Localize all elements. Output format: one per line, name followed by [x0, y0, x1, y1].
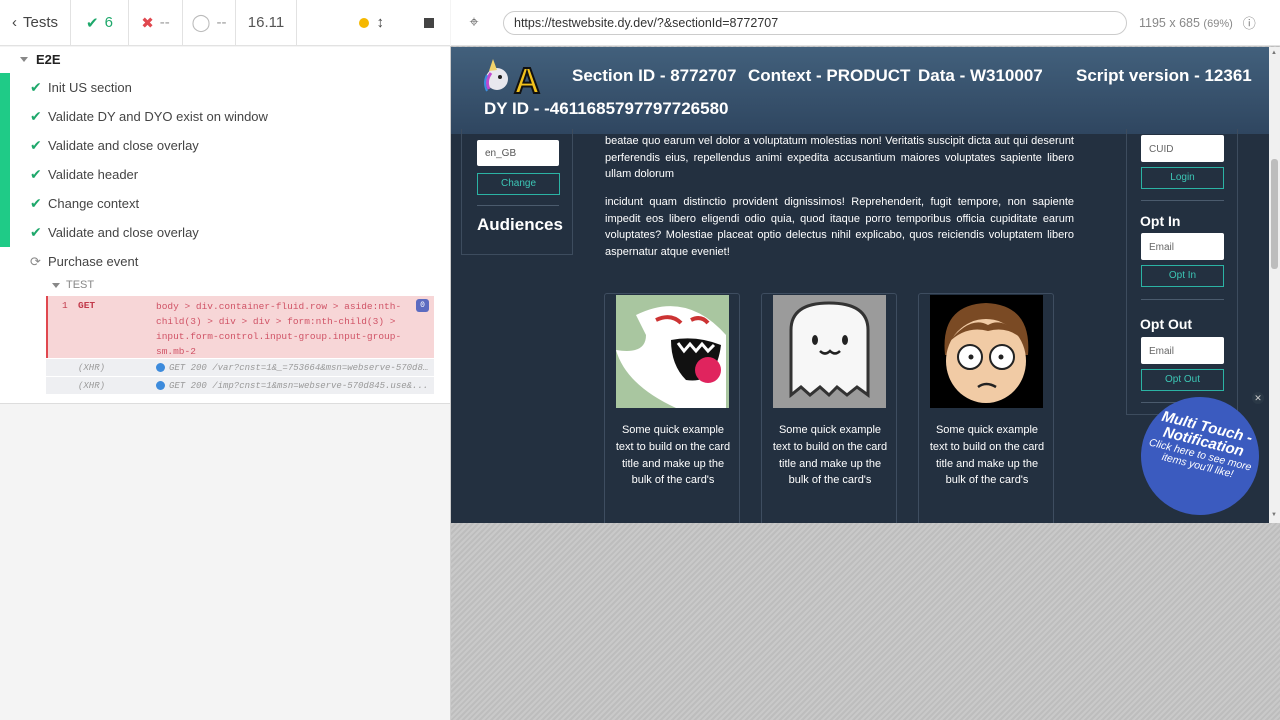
- opt-in-heading: Opt In: [1140, 213, 1181, 229]
- command-number: 1: [62, 300, 68, 311]
- test-item[interactable]: ✔ Change context: [30, 189, 139, 218]
- card-text: Some quick example text to build on the …: [615, 424, 731, 487]
- xhr-log-row[interactable]: (XHR) GET 200 /imp?cnst=1&msn=webserve-5…: [46, 377, 434, 394]
- data-label: Data - W310007: [918, 66, 1043, 85]
- test-item[interactable]: ✔ Validate and close overlay: [30, 131, 199, 160]
- command-name: GET: [78, 300, 96, 311]
- body-paragraph: incidunt quam distinctio provident digni…: [605, 196, 1074, 258]
- audiences-heading: Audiences: [477, 215, 563, 234]
- caret-down-icon: [52, 282, 60, 288]
- circle-notch-icon: ◯: [191, 12, 211, 32]
- opt-in-email-input[interactable]: Email: [1141, 233, 1224, 260]
- element-count-badge: 0: [416, 299, 429, 312]
- back-to-tests-button[interactable]: ‹ Tests: [0, 0, 71, 46]
- product-card[interactable]: Some quick example text to build on the …: [761, 293, 897, 523]
- card-text: Some quick example text to build on the …: [929, 424, 1045, 487]
- body-paragraph: beatae quo earum vel dolor a voluptatum …: [605, 135, 1074, 180]
- divider: [1141, 299, 1224, 300]
- svg-text:A: A: [514, 60, 540, 97]
- crosshair-selector-icon[interactable]: ⌖: [451, 14, 497, 32]
- dy-id-label: DY ID - -4611685797797726580: [484, 99, 729, 118]
- runner-controls: ↕: [297, 0, 450, 46]
- command-log-failed[interactable]: 1 GET body > div.container-fluid.row > a…: [46, 296, 434, 358]
- scroll-up-icon[interactable]: ▲: [1271, 50, 1277, 56]
- auto-scroll-toggle-icon[interactable]: ↕: [377, 14, 385, 31]
- command-message: body > div.container-fluid.row > aside:n…: [156, 301, 402, 357]
- close-icon[interactable]: ✕: [1252, 392, 1264, 404]
- test-list: E2E ✔ Init US section ✔ Validate DY and …: [0, 47, 450, 404]
- test-runner-panel: ‹ Tests ✔ 6 ✖ -- ◯ -- 16.11 ↕ E2E ✔ Init…: [0, 0, 450, 720]
- product-card[interactable]: Some quick example text to build on the …: [604, 293, 740, 523]
- check-icon: ✔: [30, 108, 42, 124]
- chevron-left-icon: ‹: [11, 14, 17, 31]
- script-version-label: Script version - 12361: [1076, 66, 1252, 85]
- test-section-header[interactable]: TEST: [52, 279, 94, 291]
- opt-out-heading: Opt Out: [1140, 316, 1193, 332]
- cuid-input[interactable]: CUID: [1141, 135, 1224, 162]
- locale-input[interactable]: en_GB: [477, 140, 559, 166]
- unicorn-qa-logo: A: [484, 59, 541, 97]
- url-field[interactable]: https://testwebsite.dy.dev/?&sectionId=8…: [503, 10, 1127, 35]
- login-button[interactable]: Login: [1141, 167, 1224, 189]
- cartoon-boy-image: [930, 295, 1043, 408]
- section-id-label: Section ID - 8772707: [572, 66, 737, 85]
- test-item[interactable]: ✔ Init US section: [30, 73, 132, 102]
- test-item[interactable]: ✔ Validate DY and DYO exist on window: [30, 102, 268, 131]
- passed-indicator-bar: [0, 73, 10, 247]
- change-button[interactable]: Change: [477, 173, 560, 195]
- refresh-spinner-icon: ⟳: [30, 253, 41, 269]
- context-label: Context - PRODUCT: [748, 66, 911, 85]
- stop-button[interactable]: [424, 17, 434, 28]
- check-icon: ✔: [30, 195, 42, 211]
- locale-panel: en_GB Change Audiences: [461, 129, 573, 255]
- card-text: Some quick example text to build on the …: [772, 424, 888, 487]
- xhr-status-dot-icon: [156, 381, 165, 390]
- opt-out-button[interactable]: Opt Out: [1141, 369, 1224, 391]
- divider: [477, 205, 559, 206]
- pending-count: ◯ --: [183, 0, 236, 46]
- check-icon: ✔: [30, 79, 42, 95]
- runner-header: ‹ Tests ✔ 6 ✖ -- ◯ -- 16.11 ↕: [0, 0, 450, 46]
- suite-e2e[interactable]: E2E: [20, 52, 61, 67]
- user-actions-panel: CUID Login Opt In Email Opt In Opt Out E…: [1126, 129, 1238, 415]
- aut-url-bar: ⌖ https://testwebsite.dy.dev/?&sectionId…: [451, 0, 1280, 46]
- check-icon: ✔: [30, 166, 42, 182]
- test-item[interactable]: ✔ Validate header: [30, 160, 138, 189]
- failed-count: ✖ --: [129, 0, 183, 46]
- scrollbar-thumb[interactable]: [1271, 159, 1278, 269]
- white-ghost-image: [773, 295, 886, 408]
- viewport-size: 1195 x 685 (69%): [1139, 15, 1233, 30]
- status-dot-icon: [358, 17, 369, 28]
- test-item-running[interactable]: ⟳ Purchase event: [30, 247, 138, 276]
- aut-scrollbar[interactable]: ▲ ▼: [1269, 47, 1280, 523]
- scroll-down-icon[interactable]: ▼: [1271, 512, 1277, 518]
- divider: [1141, 200, 1224, 201]
- tests-label: Tests: [22, 14, 58, 31]
- opt-in-button[interactable]: Opt In: [1141, 265, 1224, 287]
- opt-out-email-input[interactable]: Email: [1141, 337, 1224, 364]
- xhr-log-row[interactable]: (XHR) GET 200 /var?cnst=1&_=753664&msn=w…: [46, 359, 434, 376]
- test-item[interactable]: ✔ Validate and close overlay: [30, 218, 199, 247]
- passed-count: ✔ 6: [71, 0, 129, 46]
- check-icon: ✔: [30, 224, 42, 240]
- boo-ghost-image: [616, 295, 729, 408]
- caret-down-icon: [20, 57, 28, 62]
- duration: 16.11: [236, 0, 297, 46]
- product-card[interactable]: Some quick example text to build on the …: [918, 293, 1054, 523]
- check-icon: ✔: [86, 14, 99, 32]
- xhr-status-dot-icon: [156, 363, 165, 372]
- check-icon: ✔: [30, 137, 42, 153]
- x-icon: ✖: [141, 14, 154, 32]
- application-under-test: A Section ID - 8772707 Context - PRODUCT…: [451, 47, 1269, 523]
- app-header: A Section ID - 8772707 Context - PRODUCT…: [451, 47, 1269, 134]
- info-icon[interactable]: ⓘ: [1243, 13, 1256, 32]
